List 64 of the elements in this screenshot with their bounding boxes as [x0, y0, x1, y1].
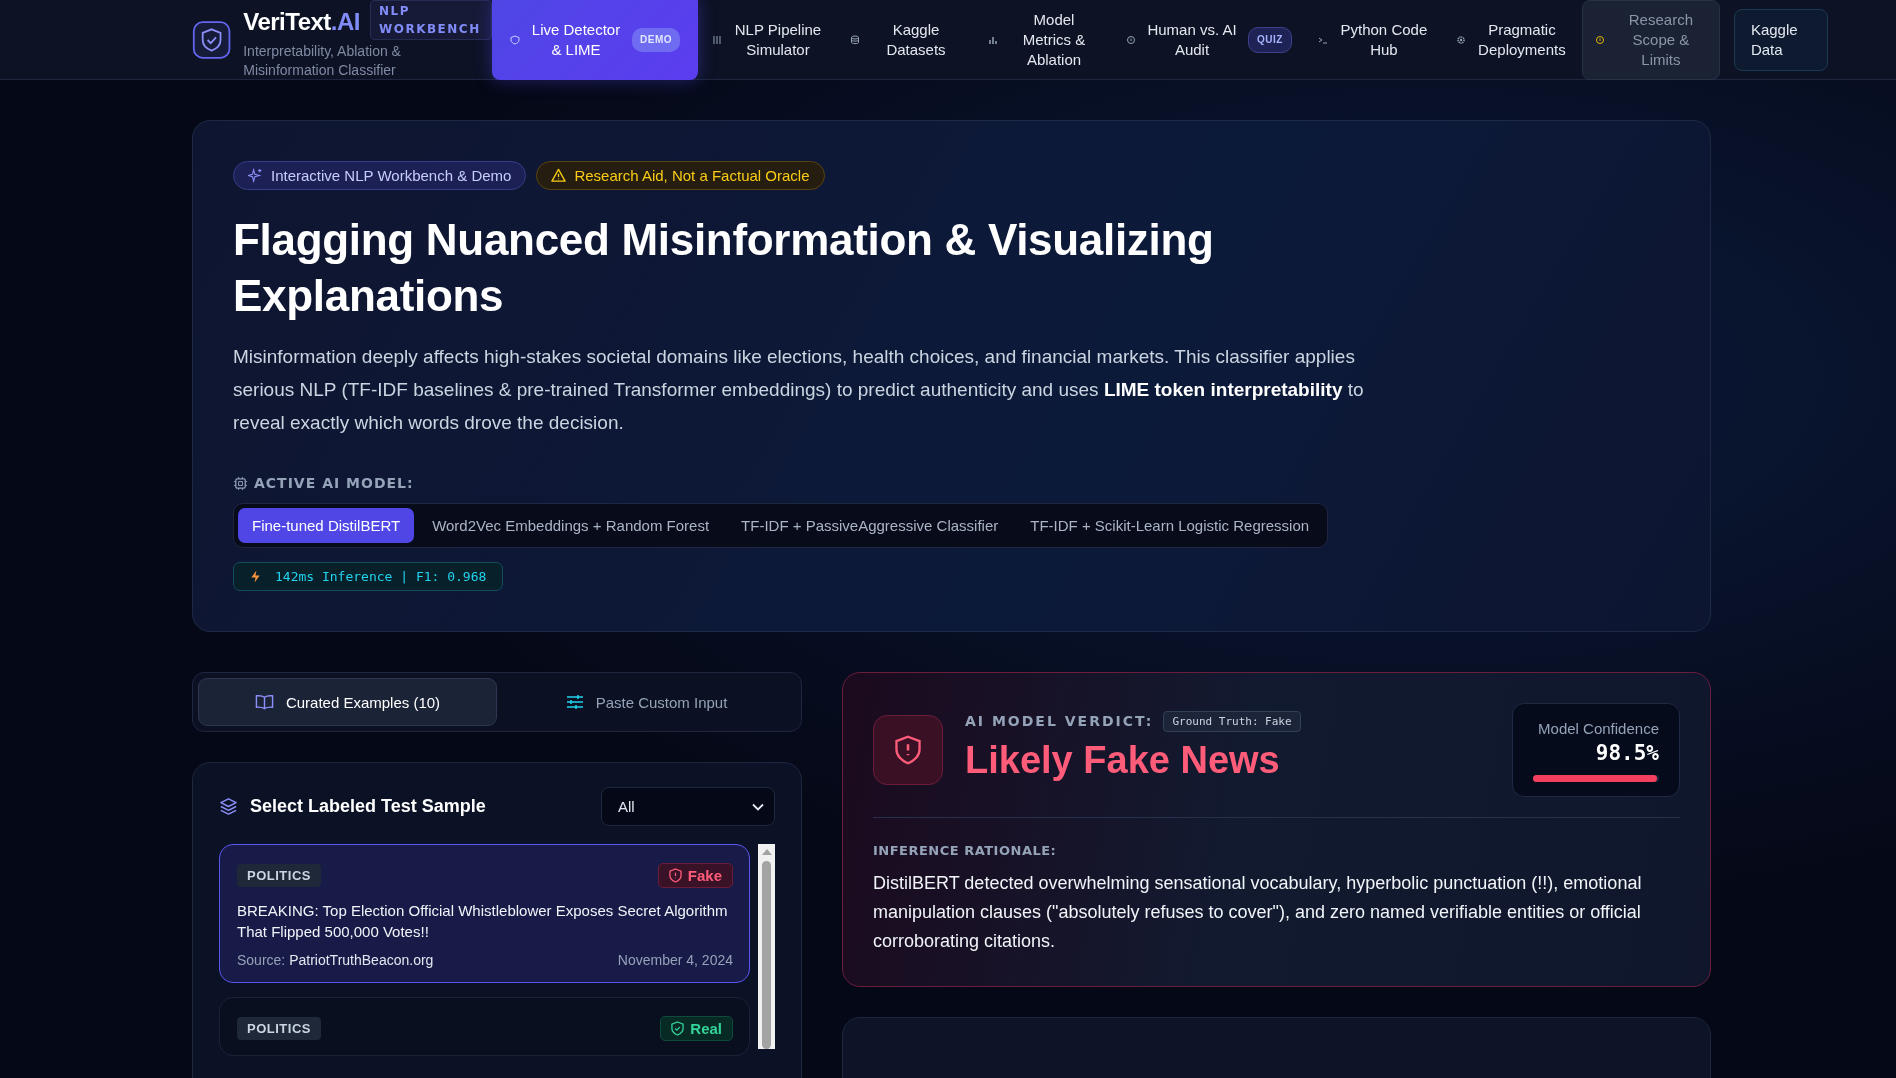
input-tab[interactable]: Paste Custom Input [497, 678, 796, 726]
bar-chart-icon [988, 34, 998, 45]
chevron-icon [752, 802, 764, 811]
gear-icon [1455, 34, 1466, 45]
sample-headline: BREAKING: Top Election Official Whistleblower Exposes Secret Algorithm That Flipped 500,000 Votes!! [237, 901, 729, 942]
category-tag: POLITICS [237, 1017, 321, 1040]
nav-badge: QUIZ [1248, 26, 1292, 53]
active-model-label: ACTIVE AI MODEL: [254, 475, 414, 491]
chip-icon [233, 475, 248, 491]
confidence-label: Model Confidence [1538, 720, 1659, 737]
panel-title: Select Labeled Test Sample [250, 796, 487, 817]
rationale-label: INFERENCE RATIONALE: [873, 843, 1057, 858]
shield-alert-icon [873, 715, 943, 785]
model-option[interactable]: Word2Vec Embeddings + Random Forest [418, 508, 724, 543]
scroll-up-arrow-icon [761, 849, 772, 855]
sliders-icon [565, 694, 584, 710]
nav-tab[interactable]: Pragmatic Deployments [1443, 0, 1580, 80]
nav-badge: DEMO [632, 27, 680, 52]
kaggle-data-link[interactable]: Kaggle Data [1733, 8, 1828, 71]
stats-chip: 142ms Inference | F1: 0.968 [233, 562, 504, 591]
verdict-title: Likely Fake News [965, 737, 1281, 782]
shield-check-icon [671, 1021, 685, 1036]
nav-tab[interactable]: Python Code Hub [1305, 0, 1442, 80]
label-badge: Real [660, 1016, 733, 1041]
sample-date: November 4, 2024 [617, 952, 733, 968]
shield-alert-icon [668, 868, 682, 883]
hero-description: Misinformation deeply affects high-stakes societal domains like elections, health choices, and financial markets. This classifier applies serious NLP (TF-IDF baselines & pre-trained Transformer embeddings) to predict authenticity and uses LIME token interpretability to reveal exactly which words drove the decision. [233, 345, 1365, 435]
info-tag: Interactive NLP Workbench & Demo [233, 161, 527, 190]
book-icon [254, 694, 274, 710]
brand-name: VeriText.AI [243, 7, 360, 36]
model-option[interactable]: TF-IDF + PassiveAggressive Classifier [727, 508, 1013, 543]
input-tab[interactable]: Curated Examples (10) [198, 678, 497, 726]
lightning-icon [250, 570, 261, 583]
scrollbar[interactable] [758, 844, 775, 1049]
info-icon [1126, 34, 1136, 45]
layers-icon [219, 797, 238, 816]
hero-title: Flagging Nuanced Misinformation & Visualizing Explanations [233, 214, 1215, 322]
warning-tag: Research Aid, Not a Factual Oracle [536, 161, 825, 190]
sample-source: Source: PatriotTruthBeacon.org [237, 952, 434, 968]
verdict-label: AI MODEL VERDICT: [965, 713, 1154, 729]
nav-tab[interactable]: Live Detector & LIME DEMO [492, 0, 698, 80]
info-icon [1594, 34, 1605, 45]
rationale-text: DistilBERT detected overwhelming sensational vocabulary, hyperbolic punctuation (!!), emotional manipulation clauses ("absolutely refuses to cover"), and zero named verifiable entities or official corroborating citations. [873, 872, 1643, 953]
nav-tab[interactable]: Research Scope & Limits [1581, 0, 1720, 80]
nav-tab[interactable]: Kaggle Datasets [838, 0, 974, 80]
sample-card[interactable]: POLITICS Real [219, 997, 750, 1056]
category-tag: POLITICS [237, 864, 321, 887]
label-badge: Fake [657, 863, 733, 888]
sparkles-icon [248, 168, 263, 183]
shield-icon [510, 34, 520, 45]
sample-card[interactable]: POLITICS Fake BREAKING: Top Election Official Whistleblower Exposes Secret Algorithm That Flipped 500,000 Votes!! Source: PatriotTruthBeacon.org November 4, 2024 [219, 844, 750, 983]
database-icon [850, 34, 860, 45]
nav-tab[interactable]: NLP Pipeline Simulator [700, 0, 836, 80]
ground-truth-tag: Ground Truth: Fake [1163, 710, 1301, 732]
filter-dropdown[interactable]: All [601, 787, 775, 826]
workbench-badge: NLP WORKBENCH [370, 0, 492, 40]
warning-icon [551, 168, 567, 183]
nav-tab[interactable]: Model Metrics & Ablation [976, 0, 1112, 80]
model-option[interactable]: TF-IDF + Scikit-Learn Logistic Regression [1016, 508, 1324, 543]
brand-subtitle: Interpretability, Ablation & Misinformation Classifier [243, 41, 402, 80]
confidence-value: 98.5% [1595, 741, 1659, 765]
model-option[interactable]: Fine-tuned DistilBERT [238, 508, 415, 543]
sliders-icon [712, 34, 722, 45]
nav-tab[interactable]: Human vs. AI Audit QUIZ [1114, 0, 1304, 80]
